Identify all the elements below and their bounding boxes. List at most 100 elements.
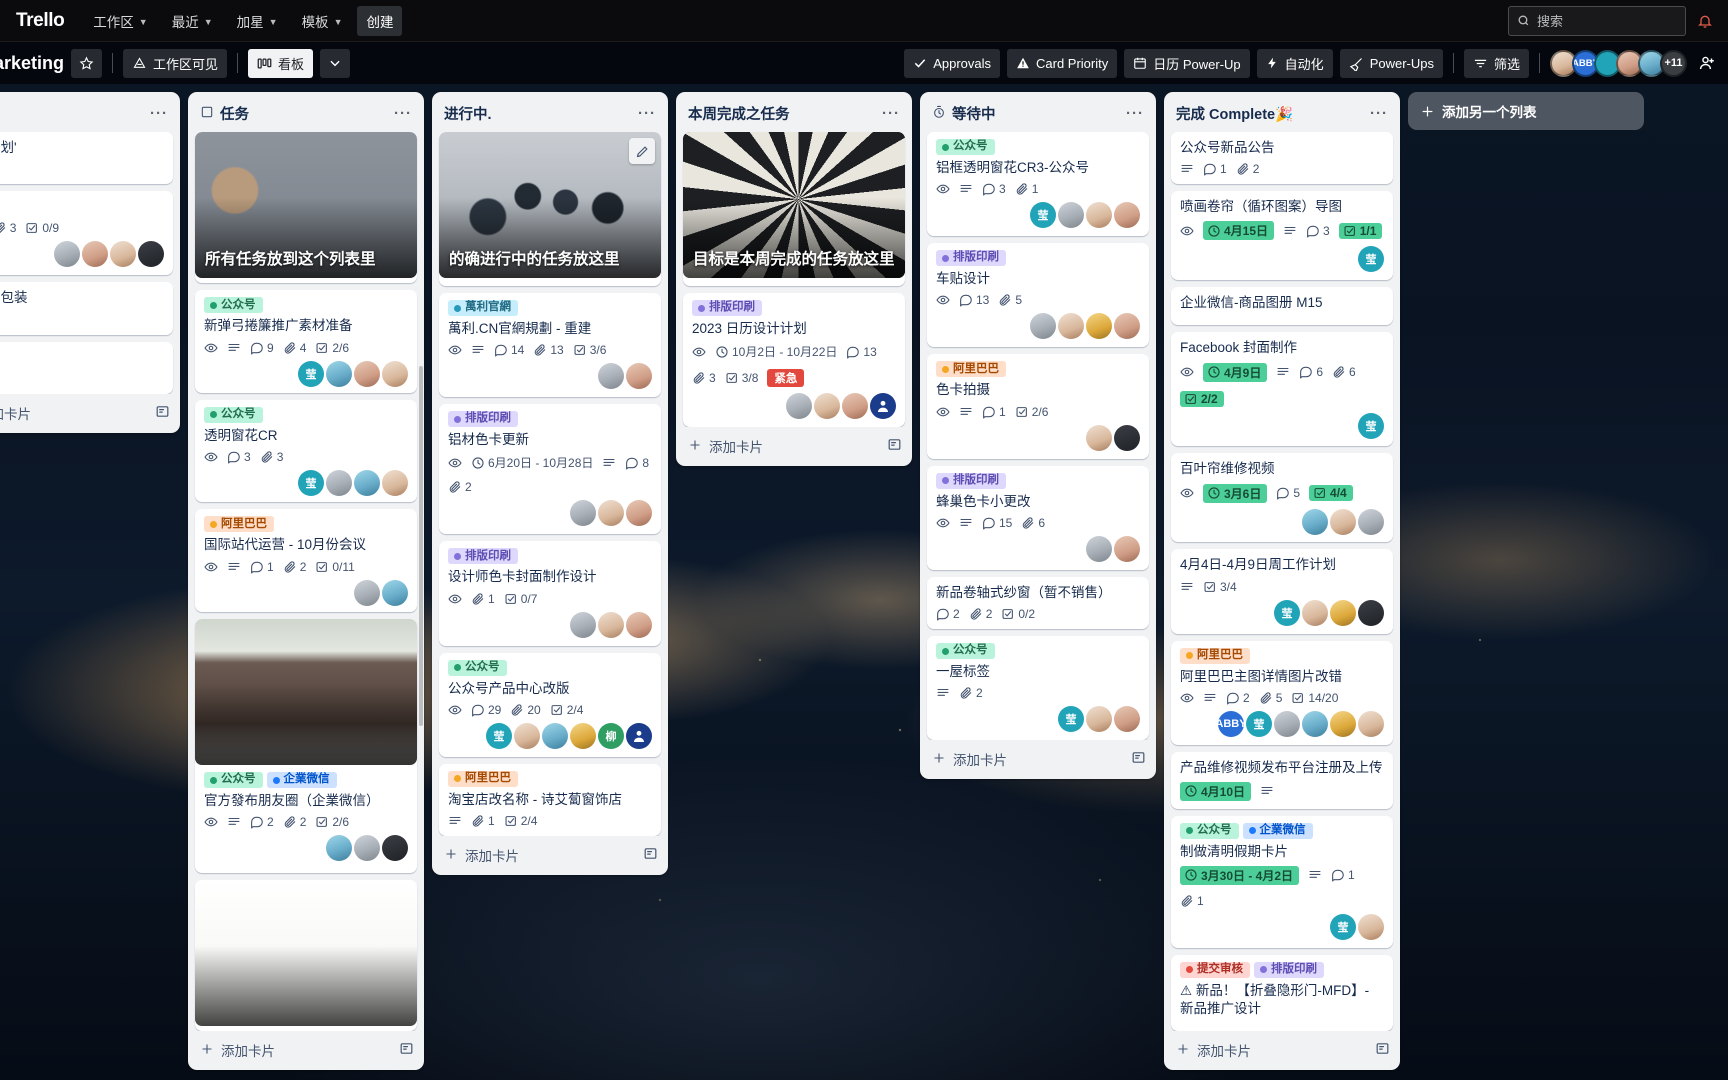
board-card[interactable]: 公众号 一屋标签 2 莹 bbox=[927, 636, 1149, 741]
avatar[interactable] bbox=[1086, 202, 1112, 229]
card-label[interactable]: 公众号 bbox=[204, 406, 263, 423]
add-card-button[interactable]: 添加卡片 bbox=[188, 1031, 424, 1070]
list-scrollbar[interactable] bbox=[419, 132, 423, 1032]
board-card[interactable] bbox=[195, 879, 417, 1031]
avatar[interactable] bbox=[1114, 535, 1140, 562]
list-menu-icon[interactable]: ··· bbox=[635, 105, 659, 122]
avatar[interactable] bbox=[598, 611, 624, 638]
avatar[interactable] bbox=[814, 393, 840, 420]
list-title[interactable]: 本周完成之任务 bbox=[688, 103, 873, 124]
trello-logo[interactable]: Trello bbox=[10, 10, 78, 32]
board-view-dropdown[interactable] bbox=[320, 48, 351, 78]
add-card-button[interactable]: 添加卡片 bbox=[676, 427, 912, 466]
board-card[interactable]: Facebook 封面制作 4月9日 6 6 2/2 莹 bbox=[1171, 332, 1393, 447]
powerup-automation-button[interactable]: 自动化 bbox=[1256, 48, 1333, 78]
avatar[interactable] bbox=[1114, 424, 1140, 451]
avatar[interactable]: 莹 bbox=[1358, 246, 1384, 273]
avatar[interactable] bbox=[1086, 706, 1112, 733]
avatar[interactable] bbox=[1358, 599, 1384, 626]
avatar[interactable]: 莹 bbox=[298, 470, 324, 497]
card-template-icon[interactable] bbox=[643, 846, 658, 864]
list-menu-icon[interactable]: ··· bbox=[1123, 105, 1147, 122]
avatar[interactable] bbox=[1114, 313, 1140, 340]
card-label[interactable]: 阿里巴巴 bbox=[936, 361, 1006, 378]
board-visibility-button[interactable]: 工作区可见 bbox=[123, 48, 228, 78]
powerup-approvals-button[interactable]: Approvals bbox=[904, 48, 1000, 78]
nav-item-templates[interactable]: 模板 ▼ bbox=[293, 6, 352, 36]
avatar[interactable] bbox=[138, 241, 164, 268]
avatar[interactable] bbox=[82, 241, 108, 268]
card-label[interactable]: 排版印刷 bbox=[448, 548, 518, 565]
card-label[interactable]: 公众号 bbox=[1180, 822, 1239, 839]
avatar[interactable] bbox=[1058, 202, 1084, 229]
avatar[interactable]: 莹 bbox=[1330, 913, 1356, 940]
pencil-icon[interactable] bbox=[629, 138, 655, 164]
avatar[interactable] bbox=[1274, 710, 1300, 737]
card-label[interactable]: 提交审核 bbox=[1180, 961, 1250, 978]
board-card[interactable]: 公众号 公众号产品中心改版 29 20 2/4 莹柳 bbox=[439, 652, 661, 757]
list-title[interactable]: 等待中 bbox=[952, 103, 1117, 124]
avatar[interactable] bbox=[1358, 913, 1384, 940]
avatar[interactable] bbox=[326, 835, 352, 862]
card-template-icon[interactable] bbox=[399, 1041, 414, 1059]
board-card[interactable]: 公众号 铝框透明窗花CR3-公众号 3 1 莹 bbox=[927, 132, 1149, 237]
avatar[interactable] bbox=[354, 470, 380, 497]
board-members-avatars[interactable]: ABBY +11 bbox=[1550, 49, 1687, 77]
powerups-button[interactable]: Power-Ups bbox=[1339, 48, 1443, 78]
avatar[interactable] bbox=[1330, 599, 1356, 626]
add-card-button[interactable]: 添加卡片 bbox=[432, 836, 668, 875]
avatar[interactable] bbox=[382, 360, 408, 387]
board-card[interactable]: 阿里巴巴 色卡拍摄 1 2/6 bbox=[927, 354, 1149, 459]
avatar[interactable] bbox=[626, 611, 652, 638]
avatar[interactable] bbox=[570, 611, 596, 638]
avatar[interactable] bbox=[570, 722, 596, 749]
add-card-button[interactable]: 添加卡片 bbox=[920, 740, 1156, 779]
board-card[interactable]: 排版印刷 设计师色卡封面制作设计 1 0/7 bbox=[439, 541, 661, 646]
add-card-button[interactable]: 添加卡片 bbox=[1164, 1031, 1400, 1070]
board-card[interactable]: 公众号 新弹弓捲簾推广素材准备 9 4 2/6 莹 bbox=[195, 290, 417, 393]
powerup-card-priority-button[interactable]: Card Priority bbox=[1007, 48, 1118, 78]
star-board-button[interactable] bbox=[71, 48, 103, 78]
card-label[interactable]: 排版印刷 bbox=[936, 250, 1006, 267]
board-card[interactable]: 4月4日-4月9日周工作计划 3/4 莹 bbox=[1171, 549, 1393, 634]
avatar[interactable] bbox=[354, 360, 380, 387]
board-card[interactable]: 阿里巴巴 国际站代运营 - 10月份会议 1 2 0/11 bbox=[195, 509, 417, 613]
board-card[interactable]: 排版印刷 2023 日历设计计划 10月2日 - 10月22日 13 3 3/8 紧急 bbox=[683, 293, 905, 428]
board-card[interactable]: 阿里巴巴 淘宝店改名称 - 诗艾蔔窗饰店 1 2/4 bbox=[439, 763, 661, 837]
card-label[interactable]: 公众号 bbox=[448, 659, 507, 676]
add-card-button[interactable]: 添加卡片 bbox=[0, 394, 180, 433]
card-template-icon[interactable] bbox=[1375, 1041, 1390, 1059]
avatar[interactable]: 莹 bbox=[1058, 706, 1084, 733]
board-card[interactable]: 产品外包装 0/2 bbox=[0, 282, 173, 335]
avatar[interactable] bbox=[54, 241, 80, 268]
avatar[interactable] bbox=[110, 241, 136, 268]
list-menu-icon[interactable]: ··· bbox=[147, 105, 171, 122]
avatar[interactable] bbox=[326, 360, 352, 387]
card-label[interactable]: 排版印刷 bbox=[692, 300, 762, 316]
avatar[interactable] bbox=[598, 500, 624, 527]
create-button[interactable]: 创建 bbox=[357, 5, 403, 36]
list-title[interactable]: 进行中. bbox=[444, 103, 629, 124]
avatar[interactable] bbox=[1114, 706, 1140, 733]
avatar[interactable] bbox=[786, 393, 812, 420]
avatar[interactable]: 莹 bbox=[1274, 599, 1300, 626]
avatar[interactable]: 莹 bbox=[1246, 710, 1272, 737]
card-label[interactable]: 公众号 bbox=[204, 297, 263, 314]
board-card[interactable]: 的确进行中的任务放这里 bbox=[439, 132, 661, 286]
avatar[interactable] bbox=[1114, 202, 1140, 229]
card-label[interactable]: 阿里巴巴 bbox=[204, 516, 274, 533]
avatar[interactable] bbox=[570, 500, 596, 527]
avatar[interactable] bbox=[1330, 508, 1356, 535]
avatar[interactable] bbox=[598, 363, 624, 390]
avatar[interactable] bbox=[382, 579, 408, 606]
avatar[interactable] bbox=[382, 470, 408, 497]
filter-button[interactable]: 筛选 bbox=[1463, 48, 1529, 78]
nav-item-starred[interactable]: 加星 ▼ bbox=[228, 6, 287, 36]
avatar[interactable] bbox=[382, 835, 408, 862]
avatar[interactable]: 莹 bbox=[486, 722, 512, 749]
board-card[interactable]: 公众号 企業微信 官方發布朋友圈（企業微信） 2 2 2/6 bbox=[195, 619, 417, 873]
list-title[interactable]: 与计划 bbox=[0, 103, 141, 124]
board-card[interactable]: 阿里巴巴 阿里巴巴主图详情图片改错 2 5 14/20 ABBY 莹 bbox=[1171, 640, 1393, 745]
board-card[interactable]: 萬利官網 萬利.CN官網規劃 - 重建 14 13 3/6 bbox=[439, 293, 661, 398]
board-card[interactable]: 产品维修视频发布平台注册及上传 4月10日 bbox=[1171, 751, 1393, 809]
